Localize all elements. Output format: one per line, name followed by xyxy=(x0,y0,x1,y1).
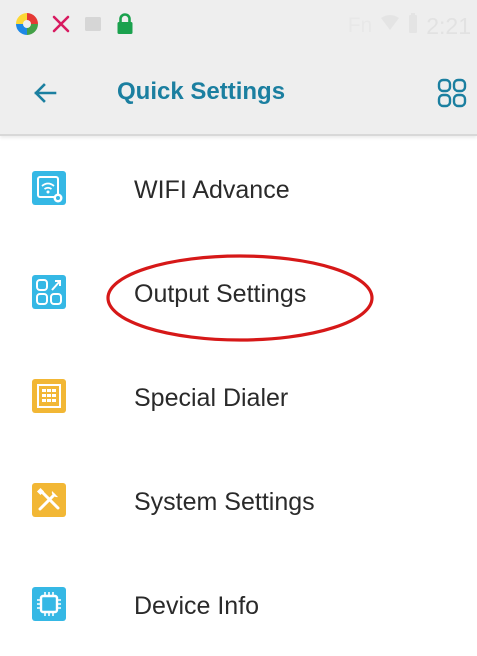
lock-icon xyxy=(114,12,136,41)
close-x-icon xyxy=(50,13,72,40)
tools-icon xyxy=(32,483,66,517)
list-item-label: System Settings xyxy=(134,488,315,516)
clock-time: 2:21 xyxy=(426,12,471,39)
list-item-output-settings[interactable]: Output Settings xyxy=(0,240,477,344)
chip-icon xyxy=(32,587,66,621)
list-item-system-settings[interactable]: System Settings xyxy=(0,448,477,552)
list-item-special-dialer[interactable]: Special Dialer xyxy=(0,344,477,448)
status-bar: Fn 2:21 xyxy=(0,0,477,52)
app-bar: Quick Settings xyxy=(0,52,477,136)
fn-indicator: Fn xyxy=(347,14,373,37)
list-item-wifi-advance[interactable]: WIFI Advance xyxy=(0,136,477,240)
list-item-device-info[interactable]: Device Info xyxy=(0,552,477,656)
list-item-label: Special Dialer xyxy=(134,384,289,412)
app-logo-icon xyxy=(14,11,40,42)
status-bar-right-icons: Fn 2:21 xyxy=(348,12,471,40)
battery-icon xyxy=(408,12,418,40)
list-item-label: Device Info xyxy=(134,592,260,620)
page-title: Quick Settings xyxy=(117,78,286,105)
output-settings-icon xyxy=(32,275,66,309)
status-bar-left-icons xyxy=(14,12,136,40)
wifi-settings-icon xyxy=(32,171,66,205)
dialer-keypad-icon xyxy=(32,379,66,413)
list-item-label: Output Settings xyxy=(134,280,307,308)
wifi-signal-icon xyxy=(380,13,400,39)
list-item-label: WIFI Advance xyxy=(134,176,290,204)
image-icon xyxy=(82,13,104,40)
back-arrow-icon[interactable] xyxy=(30,78,60,108)
grid-view-icon[interactable] xyxy=(436,77,468,109)
